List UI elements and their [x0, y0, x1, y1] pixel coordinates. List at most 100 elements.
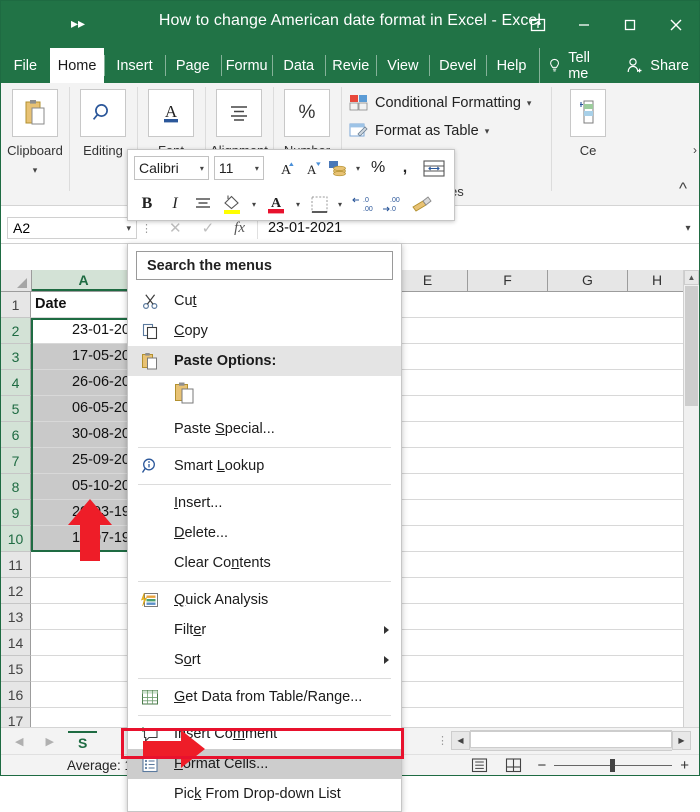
menu-item-insert[interactable]: Insert... — [128, 488, 401, 518]
menu-item-copy[interactable]: Copy — [128, 316, 401, 346]
menu-item-get-data-from-table-range[interactable]: Get Data from Table/Range... — [128, 682, 401, 712]
center-align-button[interactable] — [190, 191, 216, 217]
row-header[interactable]: 14 — [1, 630, 31, 656]
cell-a16[interactable] — [31, 682, 135, 708]
font-name-combo[interactable]: Calibri ▾ — [134, 156, 209, 180]
borders-button[interactable] — [306, 191, 332, 217]
ribbon-group-clipboard[interactable]: Clipboard ▾ — [1, 83, 69, 205]
chevron-down-icon[interactable]: ▾ — [352, 164, 363, 173]
cell-a1[interactable]: Date — [31, 292, 135, 318]
alignment-icon[interactable] — [216, 89, 262, 137]
sheet-tab[interactable]: S — [67, 731, 98, 751]
menu-item-sort[interactable]: Sort — [128, 645, 401, 675]
format-painter-button[interactable] — [408, 191, 436, 217]
zoom-in-button[interactable]: + — [680, 757, 689, 774]
font-a-icon[interactable]: A — [148, 89, 194, 137]
row-header[interactable]: 9 — [1, 500, 31, 526]
increase-decimal-button[interactable]: .00.0 — [378, 191, 406, 217]
scroll-left-button[interactable]: ◀ — [451, 731, 470, 750]
normal-view-icon[interactable] — [469, 757, 489, 773]
cell-a2[interactable]: 23-01-20 — [31, 318, 135, 344]
search-the-menus-input[interactable]: Search the menus — [136, 251, 393, 280]
decrease-decimal-button[interactable]: .0.00 — [348, 191, 376, 217]
chevron-down-icon[interactable]: ▾ — [200, 164, 204, 173]
tab-developer[interactable]: Devel — [429, 48, 486, 83]
tab-view[interactable]: View — [376, 48, 429, 83]
more-commands-chevron-icon[interactable]: › — [693, 143, 697, 157]
tab-home[interactable]: Home — [49, 48, 105, 83]
clipboard-dialog-caret-icon[interactable]: ▾ — [33, 165, 38, 176]
chevron-down-icon[interactable]: ▾ — [527, 98, 532, 109]
scroll-up-button[interactable]: ▲ — [684, 270, 699, 285]
percent-style-button[interactable]: % — [366, 155, 391, 181]
zoom-slider[interactable]: − + — [537, 757, 689, 774]
cell-a12[interactable] — [31, 578, 135, 604]
vertical-scroll-thumb[interactable] — [685, 286, 698, 406]
column-header-f[interactable]: F — [468, 270, 548, 291]
zoom-track[interactable] — [554, 758, 673, 772]
horizontal-scroll-thumb[interactable] — [470, 731, 672, 748]
shrink-font-button[interactable]: A — [299, 155, 324, 181]
cell-a13[interactable] — [31, 604, 135, 630]
name-box[interactable]: A2 ▾ — [7, 217, 137, 239]
tab-review[interactable]: Revie — [325, 48, 376, 83]
row-header[interactable]: 10 — [1, 526, 31, 552]
column-header-g[interactable]: G — [548, 270, 628, 291]
cell-a7[interactable]: 25-09-20 — [31, 448, 135, 474]
column-header-h[interactable]: H — [628, 270, 687, 291]
row-header[interactable]: 16 — [1, 682, 31, 708]
row-header[interactable]: 6 — [1, 422, 31, 448]
insert-function-icon[interactable]: fx — [234, 220, 245, 237]
scrollbar-grip[interactable]: ⋮ — [435, 734, 451, 747]
menu-item-filter[interactable]: Filter — [128, 615, 401, 645]
collapse-ribbon-caret-icon[interactable]: ^ — [679, 179, 687, 199]
horizontal-scrollbar[interactable]: ⋮ ◀ ▶ — [435, 730, 691, 751]
scroll-right-button[interactable]: ▶ — [672, 731, 691, 750]
expand-formula-bar-icon[interactable]: ▾ — [677, 223, 699, 234]
row-header[interactable]: 3 — [1, 344, 31, 370]
row-header[interactable]: 8 — [1, 474, 31, 500]
cell-a17[interactable] — [31, 708, 135, 728]
chevron-down-icon[interactable]: ▾ — [485, 126, 490, 137]
italic-button[interactable]: I — [162, 191, 188, 217]
column-header-a[interactable]: A — [32, 270, 136, 291]
bold-button[interactable]: B — [134, 191, 160, 217]
tab-data[interactable]: Data — [272, 48, 325, 83]
cell-a15[interactable] — [31, 656, 135, 682]
magnifier-icon[interactable] — [80, 89, 126, 137]
cell-a4[interactable]: 26-06-20 — [31, 370, 135, 396]
share-button[interactable]: Share — [616, 48, 699, 83]
tab-page-layout[interactable]: Page — [164, 48, 222, 83]
comma-style-button[interactable]: , — [393, 155, 418, 181]
clipboard-icon[interactable] — [12, 89, 58, 137]
row-header[interactable]: 2 — [1, 318, 31, 344]
tab-help[interactable]: Help — [485, 48, 537, 83]
chevron-down-icon[interactable]: ▾ — [292, 200, 304, 209]
row-header[interactable]: 15 — [1, 656, 31, 682]
formula-bar-grip[interactable]: ⋮ — [137, 222, 157, 235]
cell-a14[interactable] — [31, 630, 135, 656]
insert-cells-icon[interactable] — [570, 89, 606, 137]
row-header[interactable]: 17 — [1, 708, 31, 728]
ribbon-display-options-icon[interactable] — [515, 1, 561, 48]
row-header[interactable]: 1 — [1, 292, 31, 318]
chevron-down-icon[interactable]: ▾ — [255, 164, 259, 173]
page-break-preview-icon[interactable] — [503, 757, 523, 773]
menu-item-smart-lookup[interactable]: Smart Lookup — [128, 451, 401, 481]
tab-formulas[interactable]: Formu — [221, 48, 272, 83]
menu-item-delete[interactable]: Delete... — [128, 518, 401, 548]
row-header[interactable]: 4 — [1, 370, 31, 396]
zoom-thumb[interactable] — [610, 758, 616, 772]
font-size-combo[interactable]: 11 ▾ — [213, 156, 264, 180]
row-header[interactable]: 7 — [1, 448, 31, 474]
prev-sheet-arrow-icon[interactable]: ◀ — [15, 735, 23, 748]
conditional-formatting-button[interactable]: Conditional Formatting ▾ — [349, 89, 551, 117]
format-as-table-button[interactable]: Format as Table ▾ — [349, 117, 551, 145]
maximize-icon[interactable] — [607, 1, 653, 48]
merge-center-button[interactable] — [419, 155, 448, 181]
menu-item-paste-special[interactable]: Paste Special... — [128, 414, 401, 444]
tell-me-box[interactable]: Tell me — [539, 48, 616, 83]
menu-item-clear-contents[interactable]: Clear Contents — [128, 548, 401, 578]
menu-item-quick-analysis[interactable]: Quick Analysis — [128, 585, 401, 615]
paste-all-icon[interactable] — [174, 381, 196, 409]
